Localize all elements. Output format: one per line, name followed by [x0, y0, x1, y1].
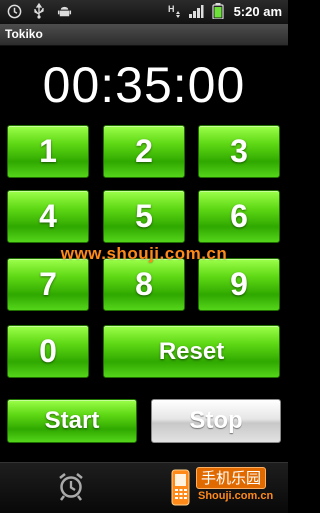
timer-display: 00:35:00 [42, 57, 246, 113]
digit-4-button[interactable]: 4 [7, 190, 89, 243]
alarm-clock-button[interactable] [56, 471, 86, 505]
bottom-bar: 手机乐园 Shouji.com.cn [0, 462, 288, 513]
network-type-label: H [168, 4, 175, 14]
watermark-text: www.shouji.com.cn [60, 244, 228, 263]
alarm-clock-icon [57, 471, 85, 505]
battery-icon [210, 3, 226, 19]
android-icon [56, 3, 72, 19]
digit-9-button[interactable]: 9 [198, 258, 280, 311]
usb-icon [31, 3, 47, 19]
phone-icon [170, 469, 192, 511]
clock-icon [6, 3, 22, 19]
stop-button[interactable]: Stop [151, 399, 281, 443]
digit-8-button[interactable]: 8 [103, 258, 185, 311]
brand-name-en: Shouji.com.cn [198, 490, 274, 502]
digit-7-button[interactable]: 7 [7, 258, 89, 311]
digit-3-button[interactable]: 3 [198, 125, 280, 178]
status-bar: H 5:20 am [0, 0, 288, 24]
digit-5-button[interactable]: 5 [103, 190, 185, 243]
brand-logo: 手机乐园 Shouji.com.cn [170, 467, 282, 509]
app-title: Tokiko [5, 27, 43, 41]
app-title-bar: Tokiko [0, 24, 288, 46]
signal-icon [188, 3, 204, 19]
reset-button[interactable]: Reset [103, 325, 280, 378]
hsdpa-icon: H [166, 3, 182, 19]
digit-6-button[interactable]: 6 [198, 190, 280, 243]
digit-1-button[interactable]: 1 [7, 125, 89, 178]
digit-2-button[interactable]: 2 [103, 125, 185, 178]
digit-0-button[interactable]: 0 [7, 325, 89, 378]
brand-name-cn: 手机乐园 [196, 467, 267, 489]
status-time: 5:20 am [233, 3, 282, 19]
start-button[interactable]: Start [7, 399, 137, 443]
